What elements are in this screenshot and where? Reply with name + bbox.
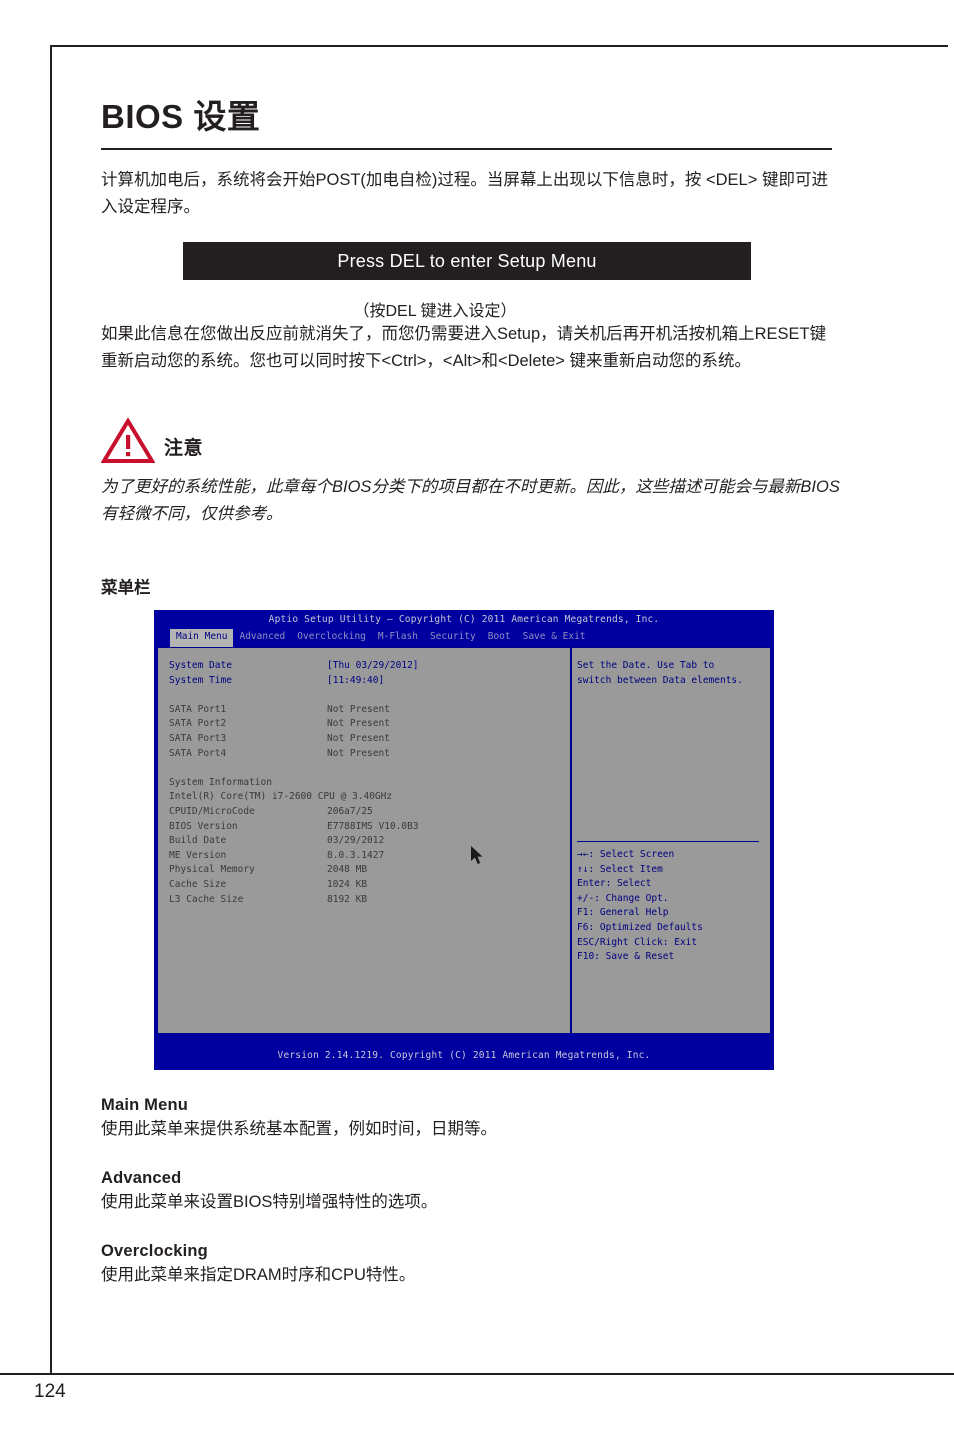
description-overclocking: Overclocking 使用此菜单来指定DRAM时序和CPU特性。 (101, 1242, 841, 1289)
description-advanced: Advanced 使用此菜单来设置BIOS特别增强特性的选项。 (101, 1169, 841, 1216)
bios-value-cpu: Intel(R) Core(TM) i7-2600 CPU @ 3.40GHz (169, 791, 393, 803)
warning-triangle-icon (101, 418, 155, 464)
page-frame-left-rule (50, 45, 52, 1374)
page-number: 124 (34, 1381, 66, 1402)
bios-row-cache-size: Cache Size 1024 KB (169, 878, 565, 893)
page-content: BIOS 设置 计算机加电后，系统将会开始POST(加电自检)过程。当屏幕上出现… (101, 90, 841, 1289)
bios-row-spacer-1 (169, 688, 565, 703)
description-text-overclocking: 使用此菜单来指定DRAM时序和CPU特性。 (101, 1266, 416, 1284)
bios-tab-m-flash[interactable]: M-Flash (372, 629, 424, 647)
page-frame-bottom-rule (0, 1373, 954, 1375)
bios-key-select-screen: →←: Select Screen (577, 849, 675, 860)
bios-key-change-opt: +/-: Change Opt. (577, 892, 669, 904)
bios-row-spacer-2 (169, 761, 565, 776)
bios-label-sata-port2: SATA Port2 (169, 718, 227, 730)
bios-key-legend: →←: Select Screen ↑↓: Select Item Enter:… (577, 848, 761, 965)
bios-key-save-reset: F10: Save & Reset (577, 951, 675, 963)
bios-help-line-1: Set the Date. Use Tab to (577, 660, 715, 671)
bios-label-physical-memory: Physical Memory (169, 864, 255, 876)
bios-value-me-version: 8.0.3.1427 (327, 849, 385, 861)
bios-body-panel: System Date [Thu 03/29/2012] System Time… (157, 647, 771, 1034)
bios-help-pane: Set the Date. Use Tab to switch between … (577, 659, 761, 688)
bios-settings-pane: System Date [Thu 03/29/2012] System Time… (169, 659, 565, 907)
bios-value-l3-cache-size: 8192 KB (327, 893, 368, 905)
bios-tab-overclocking[interactable]: Overclocking (291, 629, 372, 647)
bios-label-cache-size: Cache Size (169, 878, 227, 890)
description-text-advanced: 使用此菜单来设置BIOS特别增强特性的选项。 (101, 1193, 438, 1211)
bios-tab-save-exit[interactable]: Save & Exit (517, 629, 592, 647)
bios-row-system-date[interactable]: System Date [Thu 03/29/2012] (169, 659, 565, 674)
page-title: BIOS 设置 (101, 98, 261, 135)
bios-row-cpu: Intel(R) Core(TM) i7-2600 CPU @ 3.40GHz (169, 790, 565, 805)
bios-label-l3-cache-size: L3 Cache Size (169, 893, 244, 905)
bios-label-system-time: System Time (169, 674, 232, 686)
menu-bar-section-label: 菜单栏 (101, 579, 151, 597)
bios-value-sata-port4: Not Present (327, 747, 390, 759)
bios-key-exit: ESC/Right Click: Exit (577, 936, 698, 948)
bios-value-sata-port3: Not Present (327, 732, 390, 744)
bios-pane-divider (570, 648, 572, 1033)
bios-footer-bar: Version 2.14.1219. Copyright (C) 2011 Am… (277, 1050, 651, 1062)
bios-label-system-information: System Information (169, 776, 272, 788)
bios-row-physical-memory: Physical Memory 2048 MB (169, 863, 565, 878)
bios-value-sata-port1: Not Present (327, 703, 390, 715)
bios-tab-main-menu[interactable]: Main Menu (170, 629, 234, 647)
bios-menu-tabs[interactable]: Main Menu Advanced Overclocking M-Flash … (170, 629, 592, 647)
bios-label-cpuid: CPUID/MicroCode (169, 805, 255, 817)
bios-row-sata-port1: SATA Port1 Not Present (169, 703, 565, 718)
note-label: 注意 (164, 438, 204, 459)
page-frame-top-rule (50, 45, 948, 47)
bios-key-optimized-defaults: F6: Optimized Defaults (577, 921, 703, 933)
bios-value-sata-port2: Not Present (327, 718, 390, 730)
intro-paragraph-2: 如果此信息在您做出反应前就消失了，而您仍需要进入Setup，请关机后再开机活按机… (101, 325, 827, 370)
description-title-advanced: Advanced (101, 1169, 182, 1187)
title-underline (101, 148, 832, 150)
bios-value-bios-version: E7788IMS V10.0B3 (327, 820, 419, 832)
bios-label-system-date: System Date (169, 660, 232, 671)
bios-label-sata-port3: SATA Port3 (169, 732, 227, 744)
bios-label-sata-port4: SATA Port4 (169, 747, 227, 759)
bios-row-build-date: Build Date 03/29/2012 (169, 834, 565, 849)
intro-paragraph-1: 计算机加电后，系统将会开始POST(加电自检)过程。当屏幕上出现以下信息时，按 … (101, 171, 828, 216)
description-text-main-menu: 使用此菜单来提供系统基本配置，例如时间，日期等。 (101, 1120, 497, 1138)
bios-tab-advanced[interactable]: Advanced (233, 629, 291, 647)
bios-tab-security[interactable]: Security (424, 629, 482, 647)
bios-value-build-date: 03/29/2012 (327, 835, 385, 847)
bios-value-system-time[interactable]: [11:49:40] (327, 674, 384, 689)
note-heading: 注意 (101, 418, 841, 464)
bios-label-build-date: Build Date (169, 835, 227, 847)
bios-row-sata-port2: SATA Port2 Not Present (169, 717, 565, 732)
description-title-main-menu: Main Menu (101, 1096, 189, 1114)
bios-tab-boot[interactable]: Boot (482, 629, 517, 647)
bios-keys-separator (577, 841, 759, 842)
note-block: 注意 为了更好的系统性能，此章每个BIOS分类下的项目都在不时更新。因此，这些描… (101, 418, 841, 528)
bios-row-me-version: ME Version 8.0.3.1427 (169, 849, 565, 864)
post-message-caption: （按DEL 键进入设定） (353, 303, 517, 320)
bios-row-bios-version: BIOS Version E7788IMS V10.0B3 (169, 820, 565, 835)
bios-row-sata-port4: SATA Port4 Not Present (169, 747, 565, 762)
bios-value-cpuid: 206a7/25 (327, 805, 373, 817)
bios-title-bar: Aptio Setup Utility – Copyright (C) 2011… (268, 614, 660, 625)
bios-value-system-date[interactable]: [Thu 03/29/2012] (327, 659, 419, 674)
bios-label-me-version: ME Version (169, 849, 227, 861)
bios-help-line-2: switch between Data elements. (577, 674, 743, 686)
note-text: 为了更好的系统性能，此章每个BIOS分类下的项目都在不时更新。因此，这些描述可能… (101, 478, 840, 523)
bios-setup-screenshot: Aptio Setup Utility – Copyright (C) 2011… (154, 610, 774, 1070)
bios-row-cpuid: CPUID/MicroCode 206a7/25 (169, 805, 565, 820)
bios-label-sata-port1: SATA Port1 (169, 703, 227, 715)
bios-key-enter-select: Enter: Select (577, 878, 652, 890)
bios-value-cache-size: 1024 KB (327, 878, 368, 890)
description-main-menu: Main Menu 使用此菜单来提供系统基本配置，例如时间，日期等。 (101, 1096, 841, 1143)
bios-key-general-help: F1: General Help (577, 907, 669, 919)
bios-key-select-item: ↑↓: Select Item (577, 863, 663, 875)
bios-value-physical-memory: 2048 MB (327, 864, 368, 876)
bios-label-bios-version: BIOS Version (169, 820, 238, 832)
bios-system-information-heading: System Information (169, 776, 565, 791)
bios-row-system-time[interactable]: System Time [11:49:40] (169, 674, 565, 689)
bios-row-sata-port3: SATA Port3 Not Present (169, 732, 565, 747)
bios-row-l3-cache-size: L3 Cache Size 8192 KB (169, 893, 565, 908)
post-message-banner: Press DEL to enter Setup Menu (183, 242, 751, 280)
description-title-overclocking: Overclocking (101, 1242, 208, 1260)
